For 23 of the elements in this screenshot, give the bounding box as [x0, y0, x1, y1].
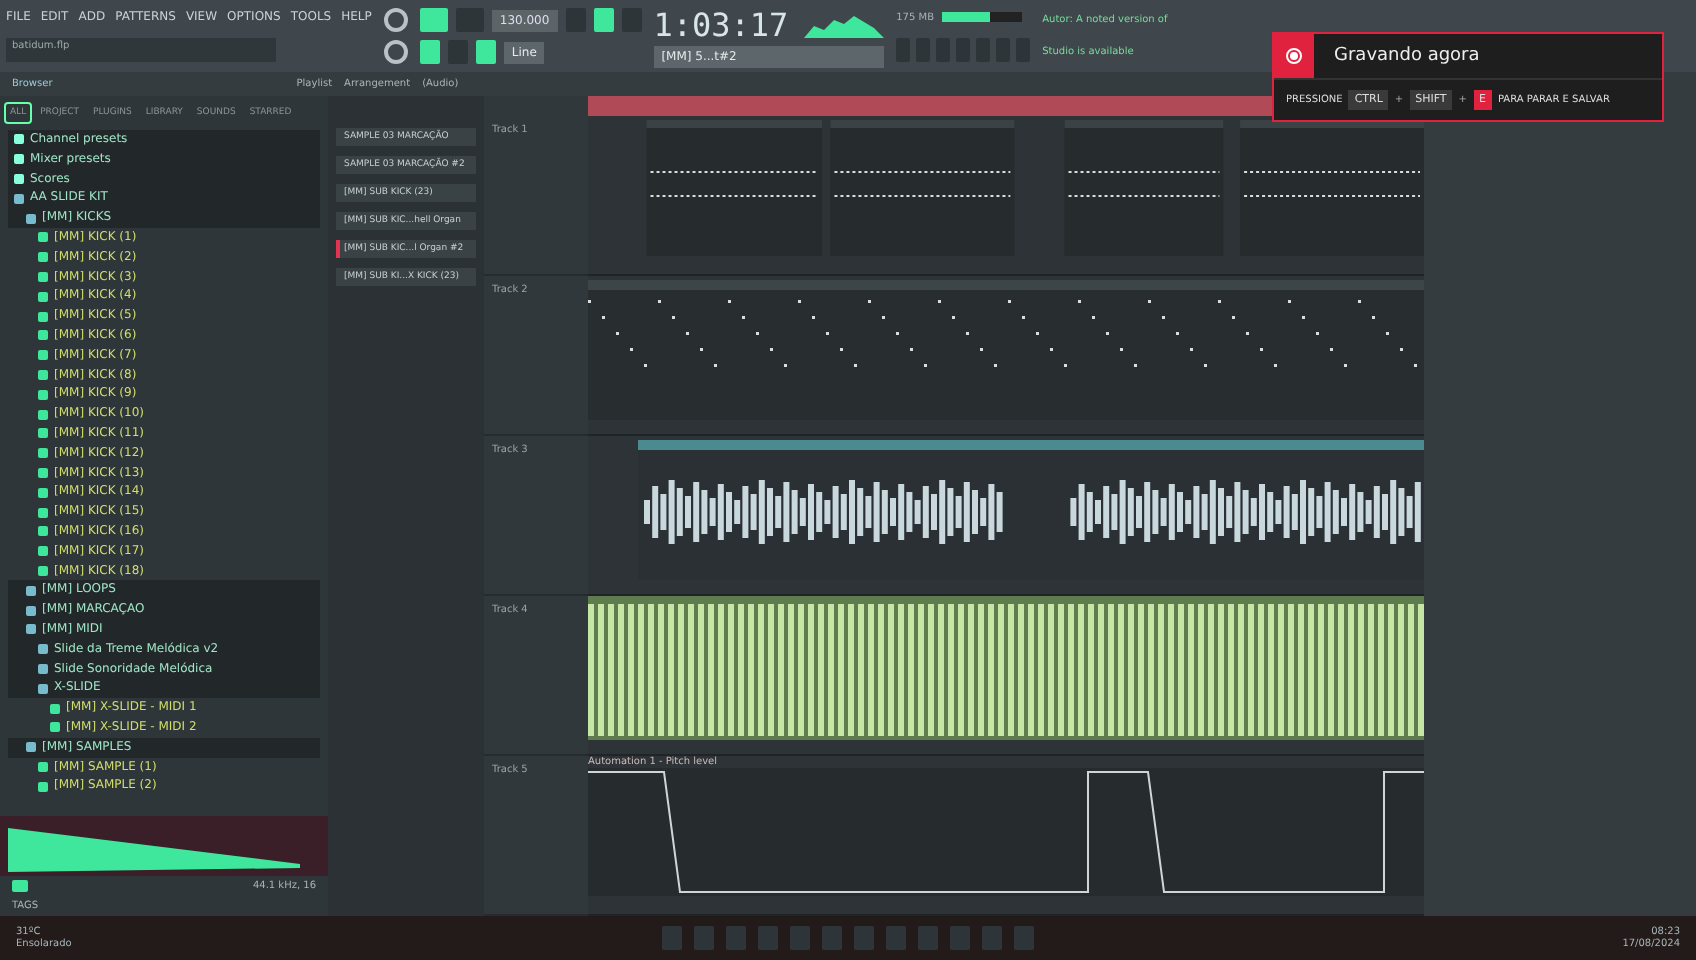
snap-button[interactable]	[419, 40, 440, 64]
taskbar-app-icon[interactable]	[725, 926, 745, 950]
song-time: 1:03:17	[653, 5, 789, 43]
taskbar-app-icon[interactable]	[981, 926, 1001, 950]
record-icon	[1286, 48, 1302, 64]
taskbar-app-icon[interactable]	[949, 926, 969, 950]
record-mode-button[interactable]	[593, 8, 614, 32]
pattern-mode-button[interactable]	[419, 8, 448, 32]
stamp-button[interactable]	[475, 40, 496, 64]
oscilloscope-drawing	[804, 10, 885, 38]
taskbar-app-icon[interactable]	[1013, 926, 1033, 950]
cpu-meter	[942, 12, 1023, 22]
notification-title: Gravando agora	[1334, 46, 1480, 66]
taskbar-app-icon[interactable]	[885, 926, 905, 950]
taskbar-app-icon[interactable]	[789, 926, 809, 950]
pitch-knob[interactable]	[383, 40, 408, 64]
taskbar-app-icon[interactable]	[693, 926, 713, 950]
taskbar-app-icon[interactable]	[821, 926, 841, 950]
taskbar-app-icon[interactable]	[853, 926, 873, 950]
taskbar-app-icon[interactable]	[661, 926, 681, 950]
taskbar-app-icon[interactable]	[757, 926, 777, 950]
volume-knob[interactable]	[383, 8, 408, 32]
taskbar-app-icon[interactable]	[917, 926, 937, 950]
